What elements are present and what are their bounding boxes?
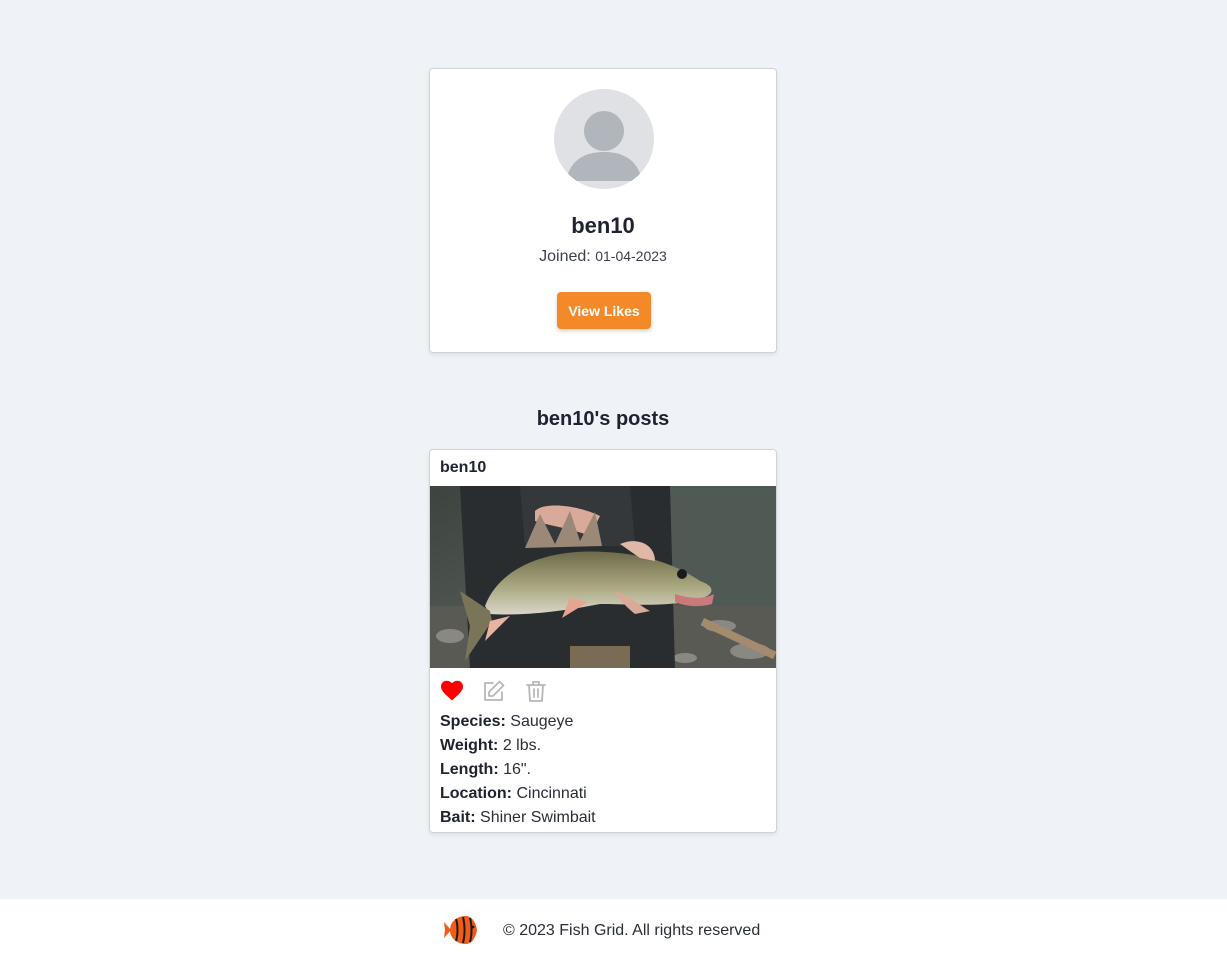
joined-date: 01-04-2023 bbox=[595, 248, 667, 264]
joined-label: Joined: bbox=[539, 248, 591, 265]
joined-info: Joined: 01-04-2023 bbox=[430, 248, 776, 266]
species-row: Species: Saugeye bbox=[440, 710, 596, 734]
location-row: Location: Cincinnati bbox=[440, 782, 596, 806]
profile-card: ben10 Joined: 01-04-2023 View Likes bbox=[429, 68, 777, 353]
weight-row: Weight: 2 lbs. bbox=[440, 734, 596, 758]
length-label: Length: bbox=[440, 761, 499, 778]
location-value: Cincinnati bbox=[516, 785, 587, 802]
trash-icon[interactable] bbox=[524, 679, 548, 703]
weight-value: 2 lbs. bbox=[502, 737, 542, 754]
bait-label: Bait: bbox=[440, 809, 476, 826]
footer: © 2023 Fish Grid. All rights reserved bbox=[0, 899, 1227, 957]
post-image bbox=[430, 486, 776, 668]
footer-copyright: © 2023 Fish Grid. All rights reserved bbox=[503, 922, 761, 939]
posts-heading: ben10's posts bbox=[536, 408, 670, 430]
view-likes-button[interactable]: View Likes bbox=[557, 292, 651, 329]
location-label: Location: bbox=[440, 785, 512, 802]
post-details: Species: Saugeye Weight: 2 lbs. Length: … bbox=[440, 710, 596, 830]
avatar bbox=[554, 89, 654, 189]
heart-icon[interactable] bbox=[440, 679, 464, 703]
length-row: Length: 16". bbox=[440, 758, 596, 782]
post-actions bbox=[440, 678, 566, 704]
species-value: Saugeye bbox=[510, 713, 574, 730]
bait-row: Bait: Shiner Swimbait bbox=[440, 806, 596, 830]
weight-label: Weight: bbox=[440, 737, 499, 754]
bait-value: Shiner Swimbait bbox=[480, 809, 596, 826]
fish-logo-icon[interactable] bbox=[444, 915, 478, 945]
length-value: 16". bbox=[503, 761, 532, 778]
profile-page: ben10 Joined: 01-04-2023 View Likes ben1… bbox=[0, 0, 1227, 957]
user-silhouette-icon bbox=[566, 111, 642, 181]
post-card: ben10 Species: Saugeye Weight: 2 lbs. Le… bbox=[429, 449, 777, 833]
post-author: ben10 bbox=[440, 459, 487, 476]
edit-icon[interactable] bbox=[482, 679, 506, 703]
species-label: Species: bbox=[440, 713, 506, 730]
profile-username: ben10 bbox=[571, 213, 635, 238]
